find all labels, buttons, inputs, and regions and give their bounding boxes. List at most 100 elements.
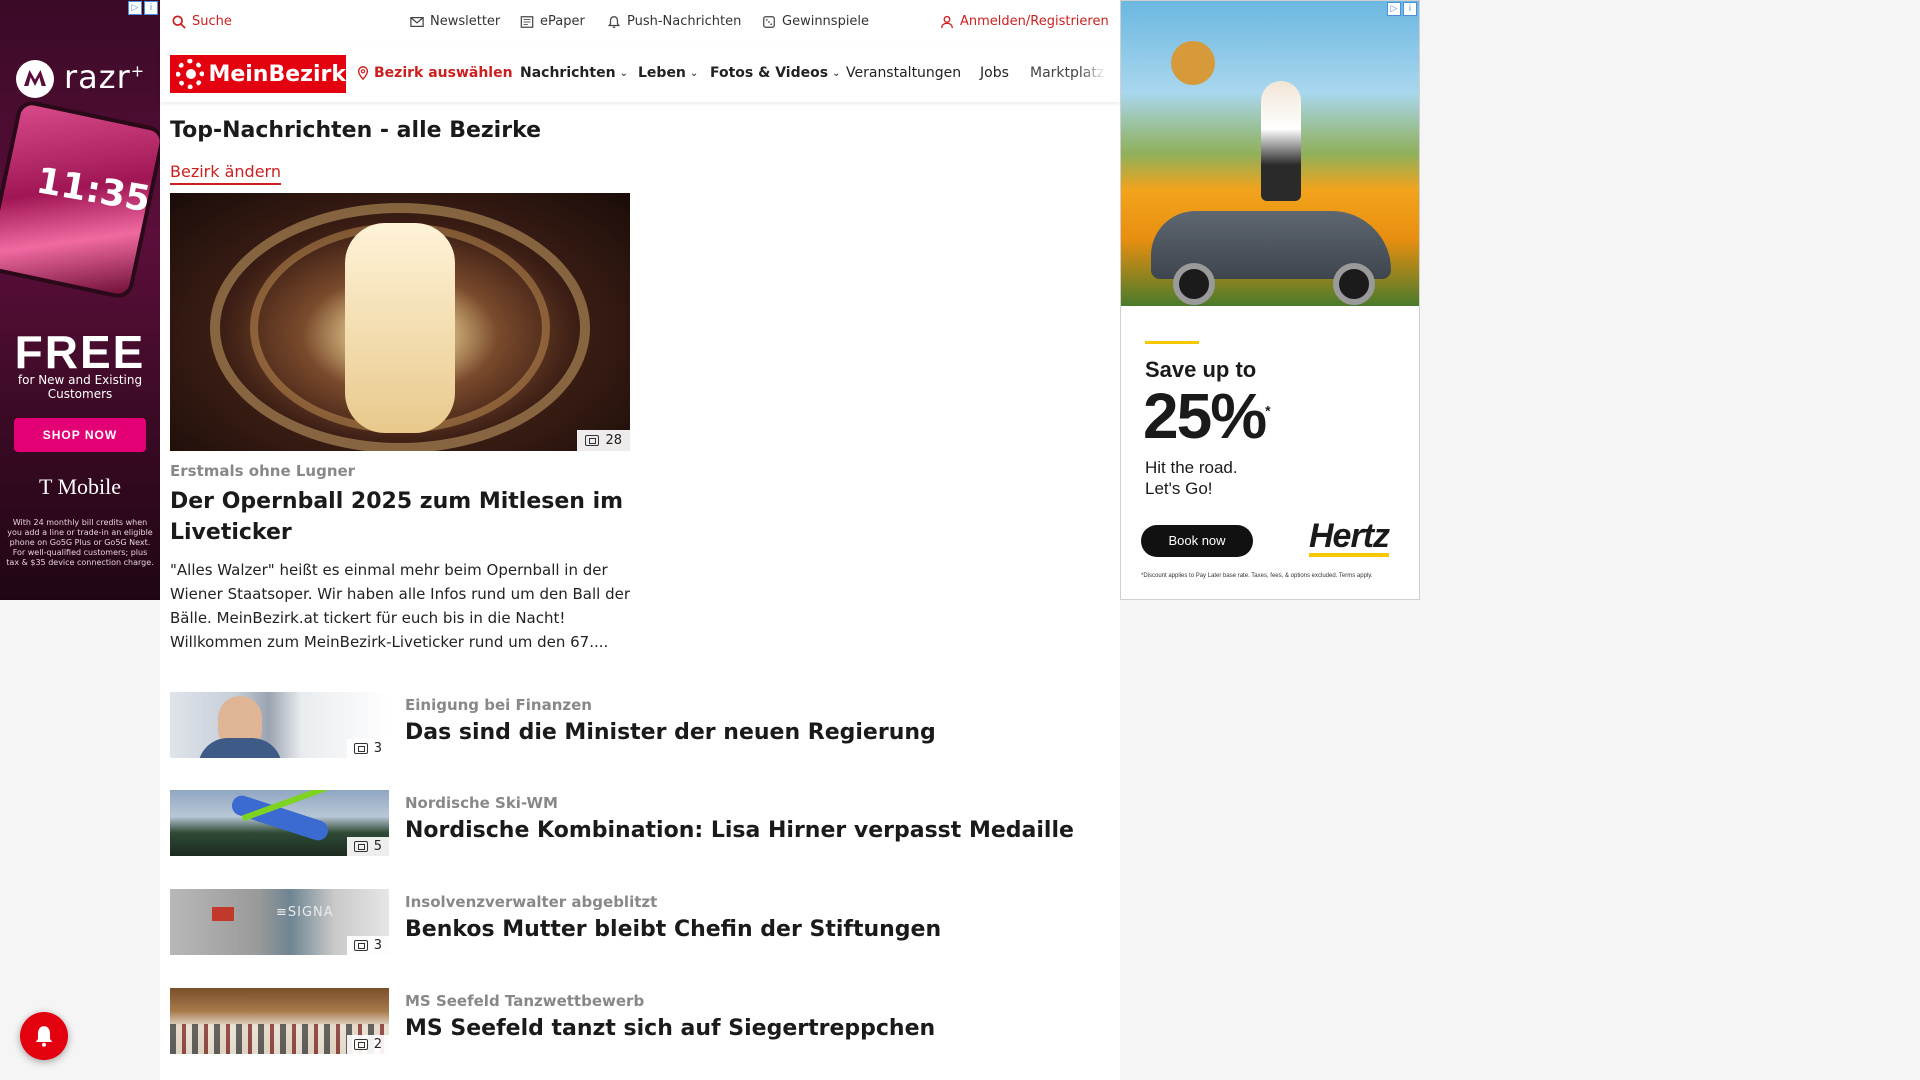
nav-item-label: Fotos & Videos <box>710 65 829 81</box>
user-icon <box>941 15 953 28</box>
photo-count-badge: 3 <box>346 936 389 955</box>
ad-discount-mark: * <box>1265 402 1271 419</box>
photo-count-badge: 3 <box>346 739 389 758</box>
photo-count-badge: 5 <box>346 837 389 856</box>
gallery-icon <box>353 940 368 951</box>
dance-floor-decoration <box>345 223 455 433</box>
bell-icon <box>35 1026 53 1047</box>
select-bezirk-label: Bezirk auswählen <box>374 65 513 81</box>
article-kicker: Einigung bei Finanzen <box>405 696 592 714</box>
gewinnspiele-label: Gewinnspiele <box>782 14 870 29</box>
nav-item-marktplatz[interactable]: Marktplatz <box>1030 65 1106 81</box>
hero-headline[interactable]: Der Opernball 2025 zum Mitlesen im Livet… <box>170 486 630 548</box>
nav-item-label: Veranstaltungen <box>846 65 962 81</box>
hertz-logo: Hertz <box>1309 517 1390 557</box>
gallery-icon <box>353 841 368 852</box>
ad-tagline: Hit the road. Let's Go! <box>1145 457 1238 499</box>
nav-item-jobs[interactable]: Jobs <box>980 65 1009 81</box>
login-link[interactable]: Anmelden/Registrieren <box>940 14 1109 29</box>
left-ad-banner[interactable]: ▷ i razr+ 11:35 FREE for New and Existin… <box>0 0 160 600</box>
chevron-down-icon: ⌄ <box>619 67 628 79</box>
list-item[interactable]: 2 MS Seefeld Tanzwettbewerb MS Seefeld t… <box>170 988 1110 1056</box>
article-kicker: Insolvenzverwalter abgeblitzt <box>405 893 658 911</box>
list-item[interactable]: 5 Nordische Ski-WM Nordische Kombination… <box>170 790 1110 858</box>
article-thumbnail[interactable]: ≡SIGNA 3 <box>170 889 389 955</box>
article-headline[interactable]: MS Seefeld tanzt sich auf Siegertreppche… <box>405 1016 935 1041</box>
site-logo[interactable]: MeinBezirk <box>170 55 346 93</box>
accent-line <box>1145 341 1199 344</box>
ad-subline: for New and Existing Customers <box>17 373 143 401</box>
photo-count: 28 <box>605 433 622 448</box>
motorola-logo-icon <box>16 60 54 98</box>
ad-brand: razr+ <box>64 58 146 96</box>
car-wheel <box>1173 263 1215 305</box>
book-now-button[interactable]: Book now <box>1141 525 1253 557</box>
list-item[interactable]: ≡SIGNA 3 Insolvenzverwalter abgeblitzt B… <box>170 889 1110 957</box>
search-icon <box>172 14 186 29</box>
shop-now-button[interactable]: SHOP NOW <box>14 418 146 452</box>
nav-item-nachrichten[interactable]: Nachrichten ⌄ <box>520 65 628 81</box>
change-bezirk-link[interactable]: Bezirk ändern <box>170 162 281 185</box>
nav-item-label: Jobs <box>980 65 1009 81</box>
chevron-down-icon: ⌄ <box>832 67 841 79</box>
article-kicker: MS Seefeld Tanzwettbewerb <box>405 992 645 1010</box>
nav-item-leben[interactable]: Leben ⌄ <box>638 65 698 81</box>
article-thumbnail[interactable]: 5 <box>170 790 389 856</box>
door-sign <box>212 907 234 921</box>
epaper-label: ePaper <box>540 14 585 29</box>
notification-bell-button[interactable] <box>20 1012 68 1060</box>
car-wheel <box>1333 263 1375 305</box>
right-ad-banner[interactable]: ▷ i Save up to 25%* Hit the road. Let's … <box>1120 0 1420 600</box>
select-bezirk-button[interactable]: Bezirk auswählen <box>356 65 513 81</box>
article-kicker: Nordische Ski-WM <box>405 794 558 812</box>
newsletter-label: Newsletter <box>430 14 501 29</box>
section-title: Top-Nachrichten - alle Bezirke <box>170 118 542 143</box>
ad-tagline-2: Let's Go! <box>1145 479 1213 498</box>
ad-choices-badge[interactable]: ▷ i <box>1387 2 1417 16</box>
photo-count-badge: 28 <box>577 430 630 451</box>
nav-item-veranstaltungen[interactable]: Veranstaltungen <box>846 65 961 81</box>
ad-discount: 25%* <box>1143 379 1271 453</box>
ad-photo <box>1121 1 1419 306</box>
main-navigation: MeinBezirk Bezirk auswählen Nachrichten ⌄… <box>160 46 1120 102</box>
search-label: Suche <box>192 14 232 29</box>
gallery-icon <box>353 743 368 754</box>
portrait-suit <box>198 738 282 758</box>
hero-teaser: "Alles Walzer" heißt es einmal mehr beim… <box>170 561 631 651</box>
building-sign: ≡SIGNA <box>276 905 334 920</box>
main-content: Suche Newsletter ePaper Push-Nachrichten… <box>160 0 1120 1080</box>
push-notifications-link[interactable]: Push-Nachrichten <box>607 14 741 29</box>
nav-item-label: Nachrichten <box>520 65 616 81</box>
ad-headline: FREE <box>14 326 146 378</box>
carrier-logo: T Mobile <box>38 474 122 499</box>
search-link[interactable]: Suche <box>172 14 232 29</box>
epaper-link[interactable]: ePaper <box>520 14 585 29</box>
article-thumbnail[interactable]: 3 <box>170 692 389 758</box>
hat <box>1171 41 1215 85</box>
photo-count: 3 <box>373 741 382 756</box>
mail-icon <box>410 16 424 27</box>
bell-icon <box>607 15 621 28</box>
hero-article-image[interactable]: 28 <box>170 193 630 451</box>
hero-kicker: Erstmals ohne Lugner <box>170 462 356 480</box>
photo-count-badge: 2 <box>346 1035 389 1054</box>
chevron-down-icon: ⌄ <box>689 67 699 79</box>
list-item[interactable]: 3 Einigung bei Finanzen Das sind die Min… <box>170 692 1110 760</box>
logo-flower-icon <box>176 59 205 89</box>
gallery-icon <box>585 435 600 446</box>
woman <box>1261 81 1301 201</box>
article-thumbnail[interactable]: 2 <box>170 988 389 1054</box>
nav-item-fotos-videos[interactable]: Fotos & Videos ⌄ <box>710 65 840 81</box>
article-headline[interactable]: Das sind die Minister der neuen Regierun… <box>405 720 936 745</box>
ad-play-icon: ▷ <box>128 1 142 15</box>
gewinnspiele-link[interactable]: Gewinnspiele <box>762 14 869 29</box>
newsletter-link[interactable]: Newsletter <box>410 14 500 29</box>
push-label: Push-Nachrichten <box>627 14 742 29</box>
article-headline[interactable]: Nordische Kombination: Lisa Hirner verpa… <box>405 818 1074 843</box>
gallery-icon <box>353 1039 368 1050</box>
ad-choices-badge[interactable]: ▷ i <box>128 1 158 15</box>
nav-item-label: Leben <box>638 65 686 81</box>
article-headline[interactable]: Benkos Mutter bleibt Chefin der Stiftung… <box>405 917 941 942</box>
ad-info-icon: i <box>1403 2 1417 16</box>
ad-fine-print: *Discount applies to Pay Later base rate… <box>1141 573 1373 579</box>
